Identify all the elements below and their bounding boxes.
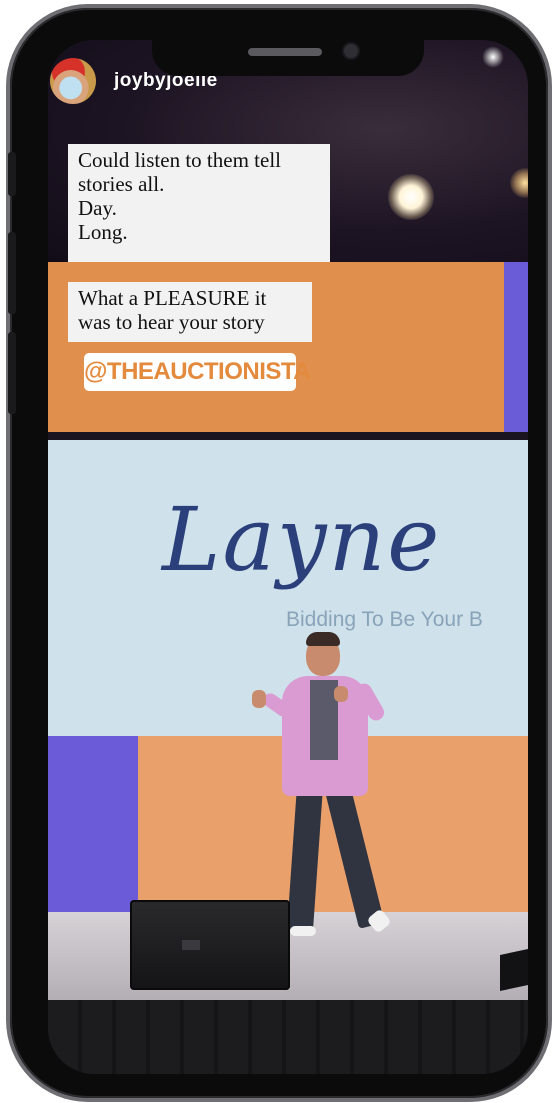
volume-down-button: [8, 332, 16, 414]
layne-logo: Layne: [162, 488, 442, 591]
purple-screen-panel: [504, 262, 528, 434]
story-screen[interactable]: Layne Bidding To Be Your B joybyjoelle C…: [48, 40, 528, 1074]
stage-monitor: [500, 949, 528, 991]
volume-up-button: [8, 232, 16, 314]
mention-sticker[interactable]: @THEAUCTIONISTA: [84, 353, 311, 391]
presenter-leg: [287, 785, 323, 931]
presenter-hand: [252, 690, 266, 708]
stage-front-skirt: [48, 1000, 528, 1074]
presenter-shoe: [290, 926, 316, 936]
lower-purple-panel: [48, 736, 138, 916]
stage-light: [482, 46, 504, 68]
screen-divider: [48, 432, 528, 440]
presenter-leg: [324, 782, 385, 929]
story-caption-1: Could listen to them tell stories all. D…: [68, 144, 330, 262]
presenter-hair: [306, 632, 340, 646]
phone-notch: [152, 40, 424, 76]
silent-switch: [8, 152, 16, 196]
stage-speaker: [130, 900, 290, 990]
earpiece-speaker-icon: [248, 48, 322, 56]
story-caption-2: What a PLEASURE it was to hear your stor…: [68, 282, 312, 342]
presenter-hand: [334, 686, 348, 702]
front-camera-icon: [344, 44, 358, 58]
speaker-badge: [182, 940, 200, 950]
stage-light: [388, 174, 434, 220]
profile-avatar[interactable]: [50, 58, 96, 104]
projection-tagline: Bidding To Be Your B: [286, 608, 483, 631]
